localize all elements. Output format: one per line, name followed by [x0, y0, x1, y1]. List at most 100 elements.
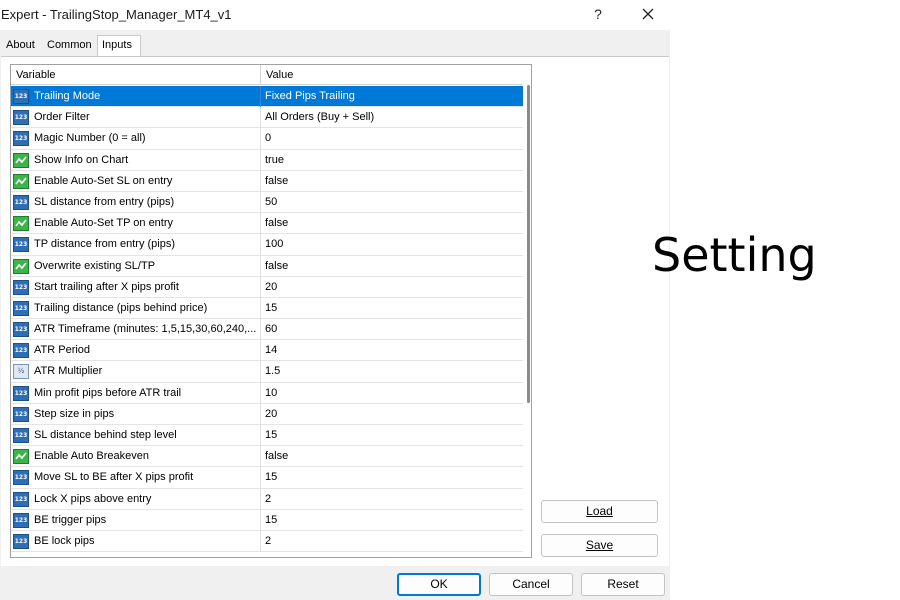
row-variable: Move SL to BE after X pips profit	[34, 471, 194, 484]
table-row[interactable]: Enable Auto-Set SL on entry false	[11, 170, 523, 192]
cancel-button[interactable]: Cancel	[489, 573, 573, 596]
integer-icon: 123	[13, 194, 29, 210]
reset-button[interactable]: Reset	[581, 573, 665, 596]
scrollbar-thumb[interactable]	[527, 85, 530, 403]
row-value[interactable]: 10	[265, 383, 521, 403]
row-variable: Overwrite existing SL/TP	[34, 259, 156, 272]
column-divider	[260, 297, 261, 319]
row-value[interactable]: true	[265, 150, 521, 170]
table-row[interactable]: Enable Auto Breakeven false	[11, 446, 523, 468]
integer-icon: 123	[13, 343, 29, 359]
table-row[interactable]: 123 SL distance from entry (pips) 50	[11, 191, 523, 214]
row-value[interactable]: Fixed Pips Trailing	[265, 86, 521, 106]
table-row[interactable]: Overwrite existing SL/TP false	[11, 255, 523, 277]
table-row[interactable]: 123 Move SL to BE after X pips profit 15	[11, 467, 523, 489]
integer-icon: 123	[13, 491, 29, 507]
window-title: Expert - TrailingStop_Manager_MT4_v1	[1, 7, 232, 22]
row-variable: BE trigger pips	[34, 513, 107, 526]
row-value[interactable]: false	[265, 256, 521, 276]
save-button[interactable]: Save	[541, 534, 658, 557]
row-value[interactable]: 20	[265, 404, 521, 424]
row-value[interactable]: 2	[265, 531, 521, 551]
table-row[interactable]: 123 ATR Timeframe (minutes: 1,5,15,30,60,…	[11, 319, 523, 341]
load-button-label: Load	[586, 504, 613, 518]
tab-about[interactable]: About	[2, 37, 39, 57]
column-divider	[260, 340, 261, 362]
column-divider	[260, 170, 261, 192]
row-value[interactable]: 15	[265, 510, 521, 530]
close-button[interactable]	[634, 1, 662, 27]
grid-scrollbar[interactable]	[523, 65, 531, 557]
help-button[interactable]: ?	[584, 1, 612, 27]
row-value[interactable]: 2	[265, 489, 521, 509]
close-icon	[642, 8, 654, 20]
row-variable: Min profit pips before ATR trail	[34, 386, 182, 399]
table-row[interactable]: 123 Step size in pips 20	[11, 403, 523, 425]
ok-button[interactable]: OK	[397, 573, 481, 596]
row-value[interactable]: false	[265, 171, 521, 191]
boolean-icon	[13, 216, 29, 232]
row-variable: TP distance from entry (pips)	[34, 238, 176, 251]
tab-common[interactable]: Common	[43, 37, 96, 57]
row-value[interactable]: 0	[265, 128, 521, 148]
integer-icon: 123	[13, 237, 29, 253]
column-divider	[260, 403, 261, 425]
column-divider	[260, 191, 261, 213]
row-value[interactable]: 15	[265, 425, 521, 445]
row-value[interactable]: All Orders (Buy + Sell)	[265, 107, 521, 127]
column-divider	[260, 255, 261, 277]
column-divider	[260, 530, 261, 552]
table-row[interactable]: Show Info on Chart true	[11, 149, 523, 171]
table-row[interactable]: 123 Start trailing after X pips profit 20	[11, 276, 523, 298]
column-header-value[interactable]: Value	[261, 65, 523, 85]
row-value[interactable]: 15	[265, 467, 521, 487]
table-row[interactable]: 123 TP distance from entry (pips) 100	[11, 234, 523, 256]
column-divider	[260, 509, 261, 531]
row-value[interactable]: 100	[265, 234, 521, 254]
table-row[interactable]: 123 Trailing Mode Fixed Pips Trailing	[11, 86, 523, 108]
row-variable: ATR Period	[34, 344, 91, 357]
table-row[interactable]: 123 BE trigger pips 15	[11, 509, 523, 531]
column-header-variable[interactable]: Variable	[11, 65, 261, 85]
integer-icon: 123	[13, 322, 29, 338]
tab-bar: About Common Inputs	[0, 30, 670, 57]
row-variable: Start trailing after X pips profit	[34, 280, 179, 293]
table-row[interactable]: ½ ATR Multiplier 1.5	[11, 361, 523, 383]
row-value[interactable]: 14	[265, 340, 521, 360]
integer-icon: 123	[13, 89, 29, 104]
table-row[interactable]: 123 ATR Period 14	[11, 340, 523, 362]
expert-properties-dialog: Expert - TrailingStop_Manager_MT4_v1 ? A…	[0, 0, 670, 600]
caption-text: Setting	[652, 228, 817, 282]
column-divider	[260, 488, 261, 510]
row-value[interactable]: false	[265, 446, 521, 466]
table-row[interactable]: 123 Order Filter All Orders (Buy + Sell)	[11, 107, 523, 129]
row-value[interactable]: 60	[265, 319, 521, 339]
table-row[interactable]: 123 Min profit pips before ATR trail 10	[11, 382, 523, 404]
row-variable: Enable Auto-Set SL on entry	[34, 174, 173, 187]
row-value[interactable]: 20	[265, 277, 521, 297]
grid-header: Variable Value	[11, 65, 523, 85]
load-button[interactable]: Load	[541, 500, 658, 523]
tab-inputs[interactable]: Inputs	[97, 35, 141, 57]
table-row[interactable]: 123 BE lock pips 2	[11, 530, 523, 553]
row-variable: SL distance from entry (pips)	[34, 195, 175, 208]
boolean-icon	[13, 258, 29, 274]
row-variable: Step size in pips	[34, 407, 115, 420]
integer-icon: 123	[13, 428, 29, 443]
row-value[interactable]: 15	[265, 298, 521, 318]
column-divider	[260, 425, 261, 446]
column-divider	[260, 86, 261, 107]
row-variable: Enable Auto Breakeven	[34, 450, 149, 463]
row-value[interactable]: false	[265, 213, 521, 233]
row-value[interactable]: 1.5	[265, 361, 521, 381]
row-variable: Magic Number (0 = all)	[34, 132, 146, 145]
table-row[interactable]: 123 Magic Number (0 = all) 0	[11, 128, 523, 150]
table-row[interactable]: Enable Auto-Set TP on entry false	[11, 213, 523, 235]
row-value[interactable]: 50	[265, 192, 521, 212]
row-variable: Trailing distance (pips behind price)	[34, 301, 208, 314]
table-row[interactable]: 123 Trailing distance (pips behind price)…	[11, 297, 523, 320]
table-row[interactable]: 123 SL distance behind step level 15	[11, 425, 523, 447]
row-variable: BE lock pips	[34, 534, 95, 547]
integer-icon: 123	[13, 470, 29, 486]
table-row[interactable]: 123 Lock X pips above entry 2	[11, 488, 523, 510]
